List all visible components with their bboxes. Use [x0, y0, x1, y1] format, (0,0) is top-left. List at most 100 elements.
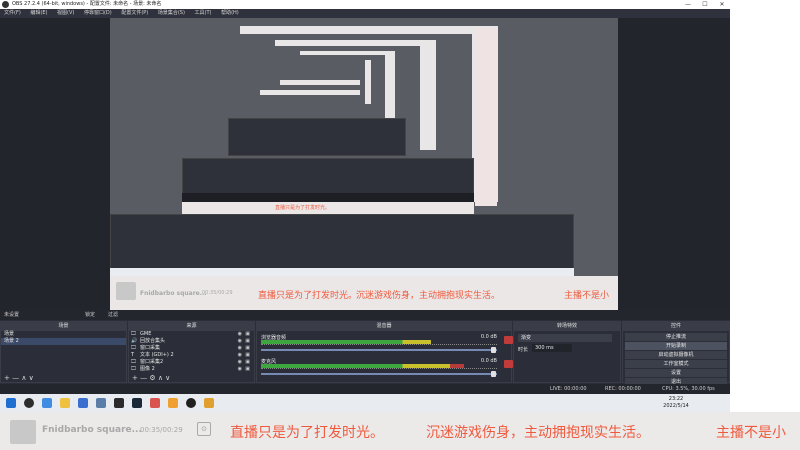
source-name: 回放合集头 — [140, 338, 166, 344]
menu-help[interactable]: 帮助(H) — [221, 9, 239, 18]
app-icon[interactable] — [150, 398, 160, 408]
scene-item-selected[interactable]: 场景 2 — [1, 338, 126, 345]
edge-icon[interactable] — [42, 398, 52, 408]
chat-message-2: 沉迷游戏伤身，主动拥抱现实生活。 — [426, 425, 650, 441]
source-item[interactable]: 🖵 窗口采集2 ◉ ▣ — [129, 359, 254, 366]
eye-icon[interactable]: ◉ — [238, 359, 242, 366]
menu-profile[interactable]: 配置文件(P) — [121, 9, 148, 18]
source-item[interactable]: 🖵 图像 2 ◉ ▣ — [129, 366, 254, 373]
steam-icon[interactable] — [132, 398, 142, 408]
source-toolbar[interactable]: + — ⚙ ∧ ∨ — [129, 374, 254, 382]
chat-gift-icon: ⊙ — [197, 422, 211, 436]
duration-input[interactable]: 300 ms — [532, 344, 572, 352]
mute-icon[interactable] — [504, 360, 513, 368]
source-name: 图像 2 — [140, 366, 155, 372]
channel-label: 浏览器音频 — [261, 335, 287, 341]
eye-icon[interactable]: ◉ — [238, 366, 242, 373]
mixer-channel: 浏览器音频 0.0 dB — [261, 334, 515, 354]
volume-meter — [261, 340, 431, 342]
transitions-dock: 转场特效 渐变 时长 300 ms — [513, 321, 621, 383]
obs-icon[interactable] — [186, 398, 196, 408]
feedback-frame — [240, 26, 498, 34]
source-name: GME — [140, 331, 152, 337]
meter-scale — [261, 368, 497, 371]
chat-message-1: 直播只是为了打发时光。 — [230, 425, 384, 441]
display-icon: 🖵 — [131, 331, 136, 337]
lock-button[interactable]: 锁定 — [85, 310, 95, 320]
scene-list: 场景 场景 2 — [1, 331, 126, 345]
preview-canvas: 直播只是为了打发时光。 Fnidbarbo square... 00:35/00… — [110, 18, 618, 310]
windows-start-icon[interactable] — [6, 398, 16, 408]
source-item[interactable]: 🔊 回放合集头 ◉ ▣ — [129, 338, 254, 345]
app-icon[interactable] — [168, 398, 178, 408]
channel-db: 0.0 dB — [480, 334, 497, 340]
file-explorer-icon[interactable] — [60, 398, 70, 408]
lock-icon[interactable]: ▣ — [245, 366, 250, 373]
settings-button[interactable]: 设置 — [625, 369, 727, 377]
lock-icon[interactable]: ▣ — [245, 345, 250, 352]
nested-obs-panel — [228, 118, 406, 156]
sources-title: 来源 — [129, 322, 254, 331]
source-item[interactable]: 🖵 窗口采集 ◉ ▣ — [129, 345, 254, 352]
app-icon[interactable] — [114, 398, 124, 408]
lock-icon[interactable]: ▣ — [245, 352, 250, 359]
preview-area[interactable]: 直播只是为了打发时光。 Fnidbarbo square... 00:35/00… — [0, 18, 730, 310]
volume-slider[interactable] — [261, 373, 497, 375]
controls-title: 控件 — [623, 322, 729, 331]
chat-avatar — [116, 282, 136, 300]
eye-icon[interactable]: ◉ — [238, 352, 242, 359]
app-icon[interactable] — [78, 398, 88, 408]
live-status: LIVE: 00:00:00 — [550, 386, 587, 392]
menu-bar: 文件(F) 编辑(E) 视图(V) 停靠窗口(D) 配置文件(P) 场景集合(S… — [0, 9, 730, 18]
minimize-button[interactable]: — — [680, 0, 696, 9]
stop-streaming-button[interactable]: 停止推流 — [625, 333, 727, 341]
eye-icon[interactable]: ◉ — [238, 331, 242, 338]
window-icon: 🖵 — [131, 359, 136, 365]
source-item[interactable]: 🖵 GME ◉ ▣ — [129, 331, 254, 338]
taskbar-clock[interactable]: 23:22 2022/5/14 — [656, 396, 696, 410]
app-icon[interactable] — [96, 398, 106, 408]
meter-scale — [261, 344, 497, 347]
app-icon[interactable] — [204, 398, 214, 408]
text-icon: T — [131, 352, 135, 358]
scene-toolbar[interactable]: + — ∧ ∨ — [1, 374, 126, 382]
start-recording-button[interactable]: 开始录制 — [625, 342, 727, 350]
scene-label: 未设置 — [4, 312, 20, 318]
studio-mode-button[interactable]: 工作室模式 — [625, 360, 727, 368]
chat-message-1: 直播只是为了打发时光。 — [258, 291, 358, 301]
maximize-button[interactable]: ☐ — [697, 0, 713, 9]
eye-icon[interactable]: ◉ — [238, 338, 242, 345]
volume-slider[interactable] — [261, 349, 497, 351]
menu-file[interactable]: 文件(F) — [4, 9, 21, 18]
chat-time: 00:35/00:29 — [140, 426, 183, 434]
transition-select[interactable]: 渐变 — [518, 334, 612, 342]
lock-icon[interactable]: ▣ — [245, 359, 250, 366]
source-list: 🖵 GME ◉ ▣ 🔊 回放合集头 ◉ ▣ 🖵 窗口采集 ◉ ▣ T 文本 (GDI+) 2 ◉ ▣ 🖵… — [129, 331, 254, 373]
feedback-frame — [475, 28, 497, 206]
volume-slider-knob[interactable] — [491, 347, 496, 353]
search-icon[interactable] — [24, 398, 34, 408]
virtual-camera-button[interactable]: 启动虚拟摄像机 — [625, 351, 727, 359]
feedback-frame — [365, 60, 371, 104]
volume-slider-knob[interactable] — [491, 371, 496, 377]
feedback-frame — [280, 80, 360, 85]
lock-icon[interactable]: ▣ — [245, 331, 250, 338]
mute-icon[interactable] — [504, 336, 513, 344]
feedback-frame — [300, 51, 395, 55]
lock-icon[interactable]: ▣ — [245, 338, 250, 345]
source-item[interactable]: T 文本 (GDI+) 2 ◉ ▣ — [129, 352, 254, 359]
eye-icon[interactable]: ◉ — [238, 345, 242, 352]
menu-view[interactable]: 视图(V) — [57, 9, 74, 18]
mixer-title: 混音器 — [257, 322, 511, 331]
feedback-frame — [260, 90, 360, 95]
menu-scene-collection[interactable]: 场景集合(S) — [158, 9, 185, 18]
menu-tools[interactable]: 工具(T) — [195, 9, 212, 18]
nested-taskbar — [110, 268, 574, 276]
close-button[interactable]: ✕ — [714, 0, 730, 9]
filter-button[interactable]: 过滤 — [108, 310, 118, 320]
chat-avatar — [10, 420, 36, 444]
scene-item[interactable]: 场景 — [1, 331, 126, 338]
menu-docks[interactable]: 停靠窗口(D) — [84, 9, 112, 18]
scenes-title: 场景 — [1, 322, 126, 331]
menu-edit[interactable]: 编辑(E) — [30, 9, 47, 18]
